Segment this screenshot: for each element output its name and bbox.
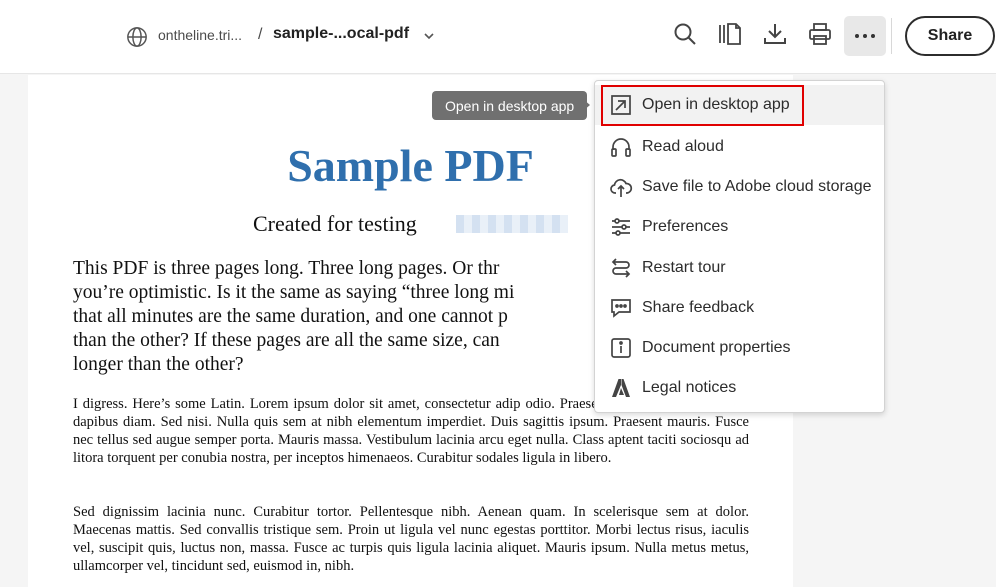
- download-icon[interactable]: [762, 21, 788, 47]
- menu-item-document-properties[interactable]: Document properties: [595, 328, 884, 368]
- cloud-upload-icon: [610, 178, 633, 197]
- breadcrumb-separator: /: [258, 26, 263, 43]
- menu-item-label: Share feedback: [642, 299, 755, 316]
- menu-item-label: Restart tour: [642, 259, 726, 276]
- top-toolbar: ontheline.tri... / sample-...ocal-pdf Sh…: [0, 0, 996, 74]
- menu-item-share-feedback[interactable]: Share feedback: [595, 288, 884, 328]
- tooltip-arrow: [583, 99, 590, 111]
- share-button[interactable]: Share: [905, 16, 995, 56]
- sliders-icon: [612, 218, 630, 236]
- toolbar-divider: [891, 18, 892, 54]
- print-icon[interactable]: [807, 21, 833, 47]
- adobe-logo-icon: [612, 379, 630, 397]
- file-name[interactable]: sample-...ocal-pdf: [273, 25, 409, 43]
- menu-item-legal-notices[interactable]: Legal notices: [595, 368, 884, 408]
- headphones-icon: [611, 138, 631, 157]
- more-dots-icon: [855, 34, 875, 38]
- menu-item-read-aloud[interactable]: Read aloud: [595, 127, 884, 167]
- search-icon[interactable]: [672, 21, 698, 47]
- menu-item-label: Document properties: [642, 339, 791, 356]
- more-options-button[interactable]: [844, 16, 886, 56]
- menu-item-label: Read aloud: [642, 138, 724, 155]
- menu-item-preferences[interactable]: Preferences: [595, 207, 884, 247]
- chevron-down-icon[interactable]: [421, 28, 437, 44]
- page-thumbnails-icon[interactable]: [717, 21, 743, 47]
- info-icon: [611, 338, 631, 358]
- globe-icon: [127, 27, 147, 47]
- latin-paragraph-2: Sed dignissim lacinia nunc. Curabitur to…: [73, 504, 749, 574]
- menu-item-restart-tour[interactable]: Restart tour: [595, 248, 884, 288]
- menu-item-label: Legal notices: [642, 379, 737, 396]
- site-name[interactable]: ontheline.tri...: [158, 27, 242, 43]
- restart-icon: [611, 258, 631, 278]
- tooltip: Open in desktop app: [432, 91, 588, 120]
- menu-item-label: Save file to Adobe cloud storage: [642, 178, 872, 195]
- redacted-text: [456, 215, 568, 233]
- menu-item-save-cloud[interactable]: Save file to Adobe cloud storage: [595, 167, 884, 207]
- feedback-icon: [611, 299, 631, 318]
- menu-item-label: Preferences: [642, 218, 729, 235]
- more-options-menu: Open in desktop app Read aloud Save file…: [594, 80, 885, 413]
- focus-highlight: [601, 85, 804, 126]
- document-subtitle: Created for testing: [253, 211, 417, 236]
